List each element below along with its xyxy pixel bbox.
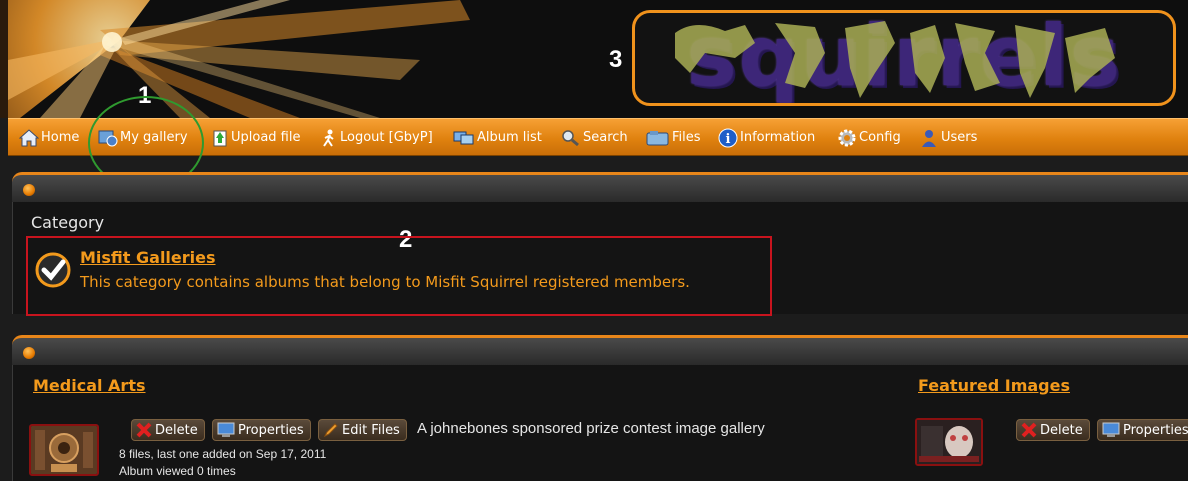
- nav-config-label: Config: [859, 130, 901, 145]
- nav-files-label: Files: [672, 130, 701, 145]
- home-icon: [19, 128, 39, 146]
- albums-panel-header: [12, 335, 1188, 365]
- upload-icon: [213, 130, 227, 146]
- nav-files[interactable]: Files: [646, 119, 701, 156]
- category-panel-header: [12, 172, 1188, 202]
- annotation-number-3: 3: [609, 46, 623, 73]
- edit-files-button-medical-arts[interactable]: Edit Files: [318, 419, 407, 441]
- properties-button-medical-arts[interactable]: Properties: [212, 419, 311, 441]
- nav-config[interactable]: Config: [837, 119, 901, 156]
- album-description: A johnebones sponsored prize contest ima…: [417, 420, 765, 437]
- panel-bullet-icon: [23, 184, 35, 196]
- nav-search[interactable]: Search: [561, 119, 628, 156]
- delete-button-featured-images[interactable]: Delete: [1016, 419, 1090, 441]
- properties-icon: [1102, 422, 1120, 437]
- nav-logout[interactable]: Logout [GbyP]: [320, 119, 433, 156]
- category-link-misfit-galleries[interactable]: Misfit Galleries: [80, 248, 216, 267]
- nav-album-list[interactable]: Album list: [453, 119, 542, 156]
- nav-album-list-label: Album list: [477, 130, 542, 145]
- properties-button-label: Properties: [1123, 422, 1188, 438]
- delete-button-label: Delete: [1040, 422, 1083, 438]
- search-icon: [562, 129, 579, 146]
- properties-button-featured-images[interactable]: Properties: [1097, 419, 1188, 441]
- album-title-medical-arts[interactable]: Medical Arts: [33, 376, 146, 395]
- annotation-number-2: 2: [399, 226, 413, 253]
- nav-my-gallery-label: My gallery: [120, 130, 188, 145]
- nav-home[interactable]: Home: [19, 119, 79, 156]
- main-nav-bar: Home My gallery Upload file Logout [GbyP…: [8, 118, 1188, 156]
- delete-button-medical-arts[interactable]: Delete: [131, 419, 205, 441]
- album-files-info: 8 files, last one added on Sep 17, 2011: [119, 447, 327, 461]
- nav-upload-file-label: Upload file: [231, 130, 301, 145]
- nav-upload-file[interactable]: Upload file: [211, 119, 300, 156]
- nav-information-label: Information: [740, 130, 816, 145]
- header-banner: squirrels: [0, 0, 1188, 118]
- album-thumbnail-image: [31, 426, 97, 474]
- my-gallery-icon: [98, 130, 118, 146]
- site-logo[interactable]: squirrels: [632, 10, 1176, 106]
- edit-files-button-label: Edit Files: [342, 422, 400, 438]
- edit-pencil-icon: [323, 423, 338, 438]
- users-icon: [922, 129, 936, 147]
- logout-icon: [323, 129, 334, 147]
- nav-information[interactable]: i Information: [718, 119, 815, 156]
- nav-home-label: Home: [41, 130, 80, 145]
- information-icon: i: [718, 128, 738, 147]
- album-title-featured-images[interactable]: Featured Images: [918, 376, 1070, 395]
- logo-splatter-graphic: [675, 21, 1115, 98]
- properties-icon: [217, 422, 235, 437]
- light-burst-graphic: [8, 0, 470, 118]
- properties-button-label: Properties: [238, 422, 304, 438]
- album-list-icon: [453, 131, 474, 144]
- nav-search-label: Search: [583, 130, 628, 145]
- panel-bullet-icon: [23, 347, 35, 359]
- files-icon: [646, 130, 669, 145]
- category-check-icon: [35, 252, 71, 288]
- delete-icon: [136, 422, 152, 438]
- album-thumbnail-image: [917, 420, 981, 464]
- album-view-count: Album viewed 0 times: [119, 464, 236, 478]
- delete-button-label: Delete: [155, 422, 198, 438]
- annotation-number-1: 1: [138, 82, 152, 109]
- nav-logout-label: Logout [GbyP]: [340, 130, 433, 145]
- config-icon: [838, 129, 856, 146]
- category-description: This category contains albums that belon…: [80, 273, 690, 291]
- album-thumbnail-featured-images[interactable]: [915, 418, 983, 466]
- nav-users[interactable]: Users: [919, 119, 977, 156]
- category-heading: Category: [31, 213, 105, 232]
- nav-my-gallery[interactable]: My gallery: [98, 119, 188, 156]
- album-thumbnail-medical-arts[interactable]: [29, 424, 99, 476]
- delete-icon: [1021, 422, 1037, 438]
- svg-text:i: i: [726, 132, 731, 147]
- nav-users-label: Users: [941, 130, 978, 145]
